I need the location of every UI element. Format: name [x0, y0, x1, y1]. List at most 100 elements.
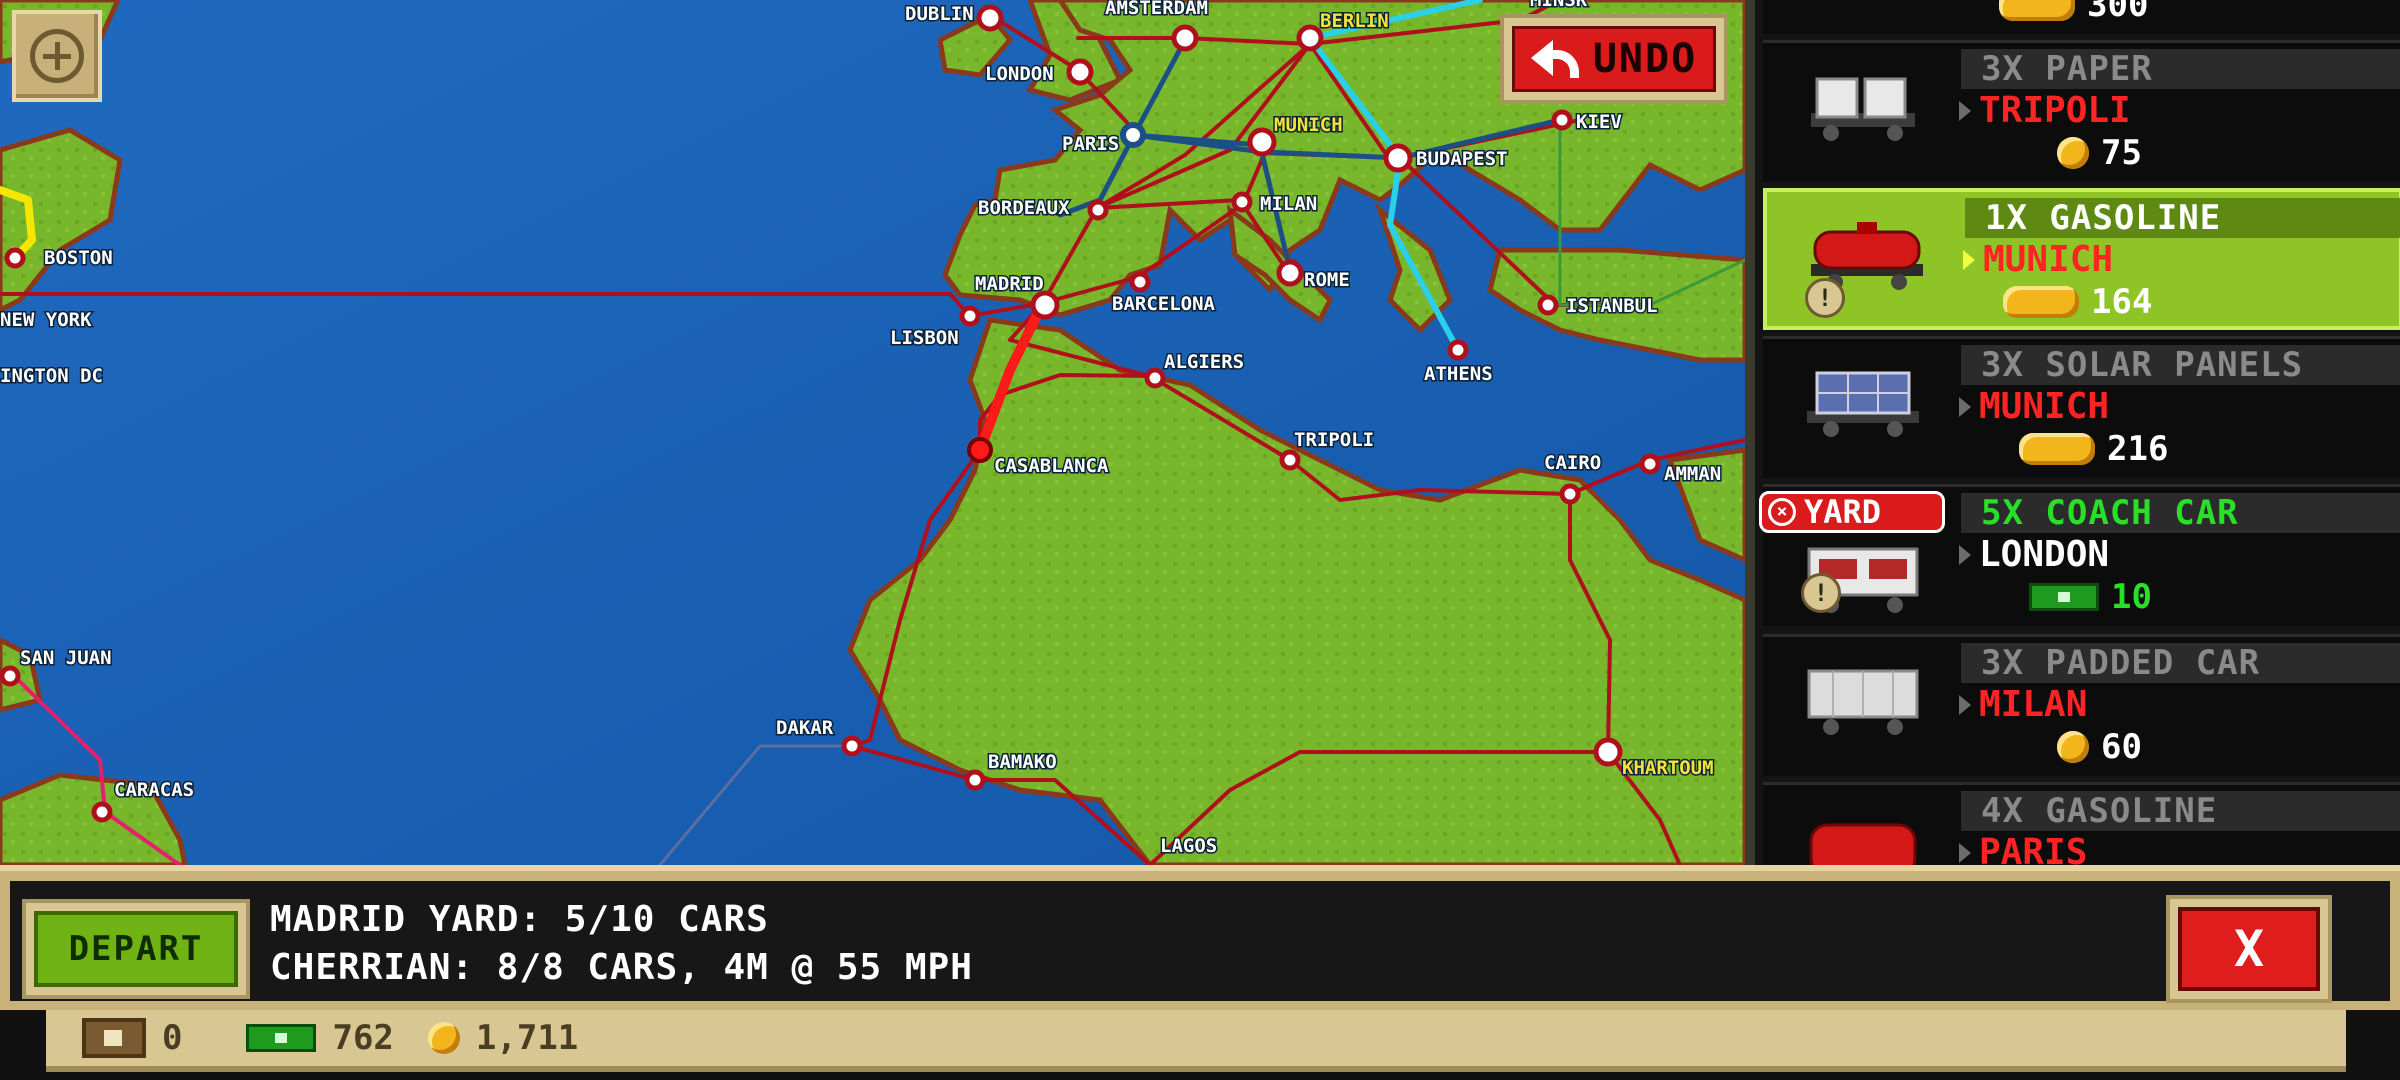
city-label: MUNICH [1274, 114, 1343, 136]
coin-stack-icon [1999, 0, 2075, 21]
close-circle-icon: × [1768, 498, 1796, 526]
cargo-title: 1X GASOLINE [1965, 198, 2400, 238]
crate-icon [82, 1018, 146, 1058]
close-button[interactable]: X [2166, 895, 2332, 1003]
coin-icon [2057, 137, 2089, 169]
cargo-destination: MILAN [1979, 684, 2088, 725]
coin-icon [2057, 731, 2089, 763]
undo-label: UNDO [1592, 36, 1698, 82]
city-label: DUBLIN [905, 3, 974, 25]
depart-button[interactable]: DEPART [22, 899, 250, 999]
cargo-pay-value: 10 [2111, 577, 2152, 617]
city-label: ISTANBUL [1566, 295, 1658, 317]
cargo-item-selected[interactable]: ! 1X GASOLINE MUNICH 164 [1763, 188, 2400, 330]
city-label: CASABLANCA [994, 455, 1109, 477]
cargo-list-panel[interactable]: 300 3X PAPER TRIPOLI 75 ! 1X GASOLINE MU… [1745, 0, 2400, 865]
depart-label: DEPART [34, 911, 238, 987]
cargo-title: 3X SOLAR PANELS [1961, 345, 2400, 385]
arrow-right-icon [1959, 101, 1971, 121]
cargo-title: 5X COACH CAR [1961, 493, 2400, 533]
yard-badge: × YARD [1759, 491, 1945, 533]
cash-icon [246, 1024, 317, 1052]
resource-status-bar: 0 762 1,711 [0, 1010, 2400, 1080]
resource-status-panel: 0 762 1,711 [46, 1010, 2346, 1072]
cargo-title: 3X PAPER [1961, 49, 2400, 89]
city-label: MILAN [1260, 193, 1317, 215]
coin-stack-icon [2019, 433, 2095, 465]
city-label: KHARTOUM [1622, 757, 1714, 779]
cash-stat: 762 [246, 1018, 394, 1058]
city-label: CARACAS [114, 779, 194, 801]
city-label: BARCELONA [1112, 293, 1216, 315]
train-status-text: CHERRIAN: 8/8 CARS, 4M @ 55 MPH [270, 947, 973, 988]
city-label: SAN JUAN [20, 647, 112, 669]
arrow-right-icon [1959, 545, 1971, 565]
casablanca-station-selected[interactable] [967, 437, 993, 463]
cargo-item[interactable]: 3X PAPER TRIPOLI 75 [1763, 40, 2400, 182]
arrow-right-icon [1963, 250, 1975, 270]
cargo-item[interactable]: 3X PADDED CAR MILAN 60 [1763, 634, 2400, 776]
cargo-item[interactable]: 3X SOLAR PANELS MUNICH 216 [1763, 336, 2400, 478]
city-label: NEW YORK [0, 309, 92, 331]
train-info-bar: DEPART MADRID YARD: 5/10 CARS CHERRIAN: … [0, 865, 2400, 1010]
crates-stat: 0 [82, 1018, 182, 1058]
city-label: ALGIERS [1164, 351, 1244, 373]
city-label: BERLIN [1320, 10, 1389, 32]
coin-stack-icon [2003, 286, 2079, 318]
city-label: LAGOS [1160, 835, 1217, 857]
city-label: ATHENS [1424, 363, 1493, 385]
cargo-pay: 164 [2003, 282, 2152, 322]
cash-icon [2029, 583, 2099, 611]
plus-icon [30, 29, 84, 83]
city-label: BAMAKO [988, 751, 1057, 773]
city-label: DAKAR [776, 717, 834, 739]
undo-button[interactable]: UNDO [1500, 14, 1728, 104]
alert-icon: ! [1805, 278, 1845, 318]
city-label: BOSTON [44, 247, 113, 269]
cargo-item[interactable]: × YARD ! 5X COACH CAR LONDON 10 [1759, 484, 2400, 626]
crates-value: 0 [162, 1018, 183, 1058]
cargo-pay-value: 300 [2087, 0, 2149, 25]
city-label: INGTON DC [0, 365, 103, 387]
zoom-in-button[interactable] [12, 10, 102, 102]
world-map[interactable]: DUBLIN AMSTERDAM BERLIN MINSK LONDON PAR… [0, 0, 1745, 865]
cargo-destination: MUNICH [1979, 386, 2110, 427]
cargo-pay: 10 [2029, 577, 2152, 617]
paris-station[interactable] [1120, 122, 1146, 148]
city-label: PARIS [1062, 133, 1119, 155]
cargo-title: 4X GASOLINE [1961, 791, 2400, 831]
city-label: MINSK [1530, 0, 1588, 11]
arrow-right-icon [1959, 843, 1971, 863]
cargo-item-partial[interactable]: 300 [1763, 0, 2400, 34]
cash-value: 762 [332, 1018, 394, 1058]
city-label: KIEV [1576, 111, 1622, 133]
city-label: LONDON [985, 63, 1054, 85]
cargo-title: 3X PADDED CAR [1961, 643, 2400, 683]
yard-badge-label: YARD [1804, 493, 1882, 531]
city-label: TRIPOLI [1294, 429, 1374, 451]
cargo-pay: 60 [2057, 727, 2142, 767]
cargo-item[interactable]: 4X GASOLINE PARIS [1763, 782, 2400, 865]
undo-arrow-icon [1530, 36, 1583, 82]
coins-stat: 1,711 [427, 1018, 579, 1058]
city-label: CAIRO [1544, 452, 1601, 474]
cargo-pay-value: 216 [2107, 429, 2169, 469]
coins-value: 1,711 [475, 1018, 579, 1058]
padded-car-icon [1807, 669, 1919, 735]
cargo-pay-value: 164 [2091, 282, 2153, 322]
paper-car-icon [1811, 77, 1915, 141]
alert-icon: ! [1801, 573, 1841, 613]
cargo-destination: MUNICH [1983, 239, 2114, 280]
close-label: X [2178, 907, 2320, 991]
city-label: BUDAPEST [1416, 148, 1508, 170]
city-label: LISBON [890, 327, 959, 349]
tanker-car-icon [1809, 823, 1917, 865]
cargo-destination: PARIS [1979, 832, 2088, 866]
cargo-pay: 300 [1999, 0, 2148, 25]
cargo-pay: 75 [2057, 133, 2142, 173]
coin-icon [427, 1022, 460, 1054]
yard-status-text: MADRID YARD: 5/10 CARS [270, 899, 769, 940]
cargo-destination: TRIPOLI [1979, 90, 2131, 131]
cargo-pay: 216 [2019, 429, 2168, 469]
cargo-pay-value: 60 [2101, 727, 2142, 767]
